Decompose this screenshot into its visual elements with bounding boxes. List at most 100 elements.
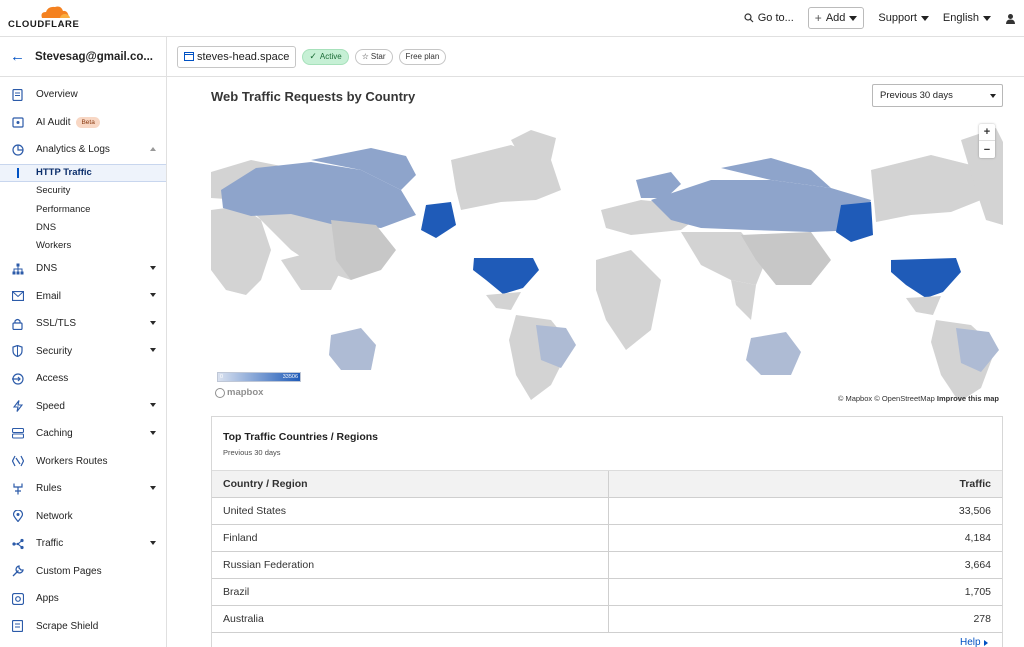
chevron-down-icon xyxy=(150,320,156,325)
access-icon xyxy=(11,372,24,385)
sidebar-item-email[interactable]: Email xyxy=(0,282,166,310)
zoom-in-button[interactable]: + xyxy=(979,124,995,141)
region-alaska-right xyxy=(836,202,873,242)
sidebar-item-apps[interactable]: Apps xyxy=(0,585,166,613)
zoom-out-button[interactable]: − xyxy=(979,141,995,158)
table-row: Australia 278 xyxy=(212,605,1002,633)
zone-selector[interactable]: steves-head.space xyxy=(177,45,297,68)
zone-domain: steves-head.space xyxy=(197,50,290,63)
sidebar-item-label: Traffic xyxy=(36,538,64,550)
sidebar-item-label: AI Audit xyxy=(36,116,71,128)
legend-min: 0 xyxy=(220,374,224,380)
sidebar-item-ai-audit[interactable]: AI Audit Beta xyxy=(0,109,166,137)
sidebar-item-scrape-shield[interactable]: Scrape Shield xyxy=(0,612,166,640)
sidebar-item-analytics-logs[interactable]: Analytics & Logs xyxy=(0,136,166,164)
region-mexico-left xyxy=(486,292,521,310)
back-arrow-icon[interactable]: ← xyxy=(10,48,25,65)
sidebar-subitem-security[interactable]: Security xyxy=(0,182,166,200)
traffic-cell: 1,705 xyxy=(607,578,1002,606)
language-menu[interactable]: English xyxy=(943,12,991,24)
map-canvas xyxy=(211,128,1003,402)
sidebar-subitem-dns[interactable]: DNS xyxy=(0,218,166,236)
sidebar-item-overview[interactable]: Overview xyxy=(0,81,166,109)
zone-bar: steves-head.space ✓ Active ☆ Star Free p… xyxy=(167,37,1024,77)
scrape-shield-icon xyxy=(11,620,24,633)
status-label: Active xyxy=(319,52,342,61)
sidebar-item-caching[interactable]: Caching xyxy=(0,420,166,448)
sidebar-item-label: Custom Pages xyxy=(36,565,102,577)
sidebar-item-label: Rules xyxy=(36,483,62,495)
column-header-traffic[interactable]: Traffic xyxy=(607,470,1002,498)
wrench-icon xyxy=(11,565,24,578)
chevron-down-icon xyxy=(150,485,156,490)
help-link[interactable]: Help xyxy=(960,637,988,647)
network-tree-icon xyxy=(11,262,24,275)
region-alaska-left xyxy=(421,202,456,238)
region-africa-right xyxy=(596,250,661,350)
sidebar-subitem-workers[interactable]: Workers xyxy=(0,237,166,255)
sidebar: ← Stevesag@gmail.co... Overview AI Audit… xyxy=(0,37,167,647)
mapbox-logo[interactable]: mapbox xyxy=(215,387,263,398)
sidebar-item-security[interactable]: Security xyxy=(0,337,166,365)
top-countries-card: Top Traffic Countries / Regions Previous… xyxy=(211,416,1003,647)
support-label: Support xyxy=(878,12,917,24)
sidebar-subitem-http-traffic[interactable]: HTTP Traffic xyxy=(0,163,166,182)
map-copy-left xyxy=(211,130,576,400)
lightning-icon xyxy=(11,400,24,413)
traffic-cell: 3,664 xyxy=(607,551,1002,579)
sidebar-item-speed[interactable]: Speed xyxy=(0,392,166,420)
brand-wordmark: CLOUDFLARE xyxy=(8,19,80,30)
mapbox-label: mapbox xyxy=(227,387,264,398)
user-icon xyxy=(1006,13,1015,24)
chevron-down-icon xyxy=(983,15,991,21)
chevron-down-icon xyxy=(990,94,996,98)
goto-button[interactable]: Go to... xyxy=(744,12,794,24)
language-label: English xyxy=(942,12,979,24)
plan-badge[interactable]: Free plan xyxy=(398,48,447,65)
sidebar-item-label: Speed xyxy=(36,400,65,412)
document-icon xyxy=(11,88,24,101)
chevron-up-icon xyxy=(150,147,156,151)
cloudflare-cloud-icon xyxy=(41,6,70,18)
traffic-cell: 33,506 xyxy=(607,497,1002,525)
sidebar-item-label: Apps xyxy=(36,593,59,605)
traffic-cell: 278 xyxy=(607,605,1002,633)
goto-label: Go to... xyxy=(757,12,794,24)
chevron-down-icon xyxy=(150,540,156,545)
sidebar-item-workers-routes[interactable]: Workers Routes xyxy=(0,447,166,475)
sidebar-item-network[interactable]: Network xyxy=(0,502,166,530)
card-subtitle: Previous 30 days xyxy=(223,448,281,457)
cloudflare-logo[interactable]: CLOUDFLARE xyxy=(8,4,80,30)
account-switcher[interactable]: ← Stevesag@gmail.co... xyxy=(0,37,166,77)
help-label: Help xyxy=(960,637,981,647)
user-menu[interactable] xyxy=(1005,13,1016,24)
sidebar-item-ssl-tls[interactable]: SSL/TLS xyxy=(0,310,166,338)
attribution-osm[interactable]: © OpenStreetMap xyxy=(874,394,935,403)
sidebar-nav: Overview AI Audit Beta Analytics & Logs … xyxy=(0,77,166,640)
sidebar-subitem-performance[interactable]: Performance xyxy=(0,200,166,218)
period-select[interactable]: Previous 30 days xyxy=(872,84,1003,107)
improve-map-link[interactable]: Improve this map xyxy=(937,394,999,403)
sidebar-item-rules[interactable]: Rules xyxy=(0,475,166,503)
region-mexico-right xyxy=(906,296,941,315)
traffic-icon xyxy=(11,537,24,550)
chevron-down-icon xyxy=(920,15,929,21)
sidebar-item-access[interactable]: Access xyxy=(0,365,166,393)
add-button[interactable]: + Add xyxy=(807,7,865,29)
map-zoom-controls: + − xyxy=(979,124,995,158)
chevron-down-icon xyxy=(150,293,156,298)
table-row: Russian Federation 3,664 xyxy=(212,551,1002,579)
star-button[interactable]: ☆ Star xyxy=(354,48,393,65)
attribution-mapbox[interactable]: © Mapbox xyxy=(838,394,872,403)
region-india-right xyxy=(731,280,756,320)
column-header-country[interactable]: Country / Region xyxy=(212,470,608,498)
sidebar-item-dns[interactable]: DNS xyxy=(0,255,166,283)
sidebar-item-traffic[interactable]: Traffic xyxy=(0,530,166,558)
table-header-row: Country / Region Traffic xyxy=(212,470,1002,498)
world-map[interactable]: + − 0 33506 mapbox © Mapbox © OpenStreet… xyxy=(211,120,1003,404)
location-pin-icon xyxy=(11,510,24,523)
sidebar-item-custom-pages[interactable]: Custom Pages xyxy=(0,557,166,585)
support-menu[interactable]: Support xyxy=(878,12,929,24)
region-canada-right xyxy=(871,155,981,222)
chevron-down-icon xyxy=(150,403,156,408)
